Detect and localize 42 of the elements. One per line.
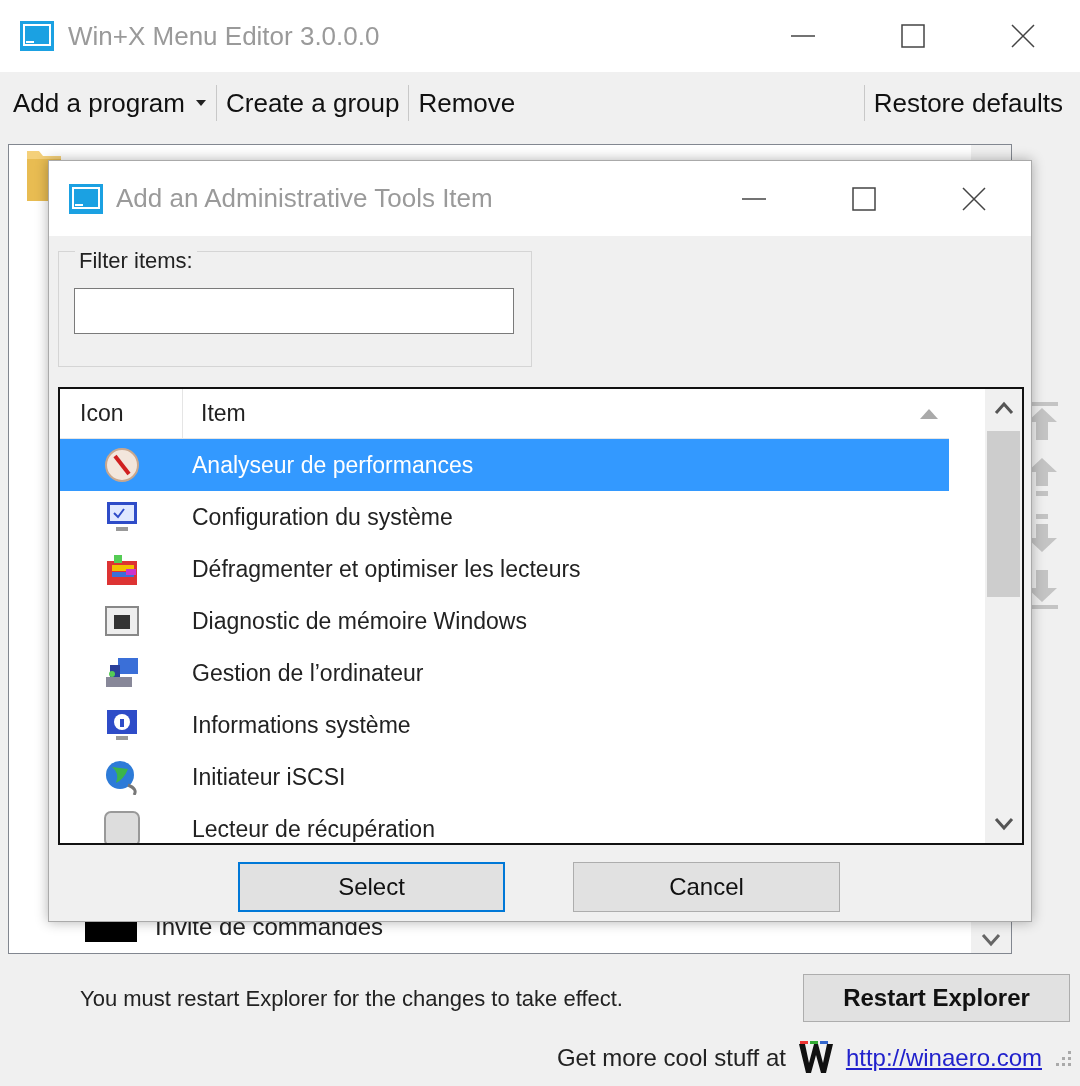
winaero-link[interactable]: http://winaero.com <box>845 1040 1042 1076</box>
sort-arrow-icon <box>919 407 939 420</box>
scrollbar[interactable] <box>985 389 1022 843</box>
scroll-down-icon[interactable] <box>981 933 1001 947</box>
row-label: Diagnostic de mémoire Windows <box>191 606 527 636</box>
app-icon <box>68 182 104 215</box>
close-icon[interactable] <box>1010 23 1036 49</box>
column-header[interactable]: Item <box>183 389 949 438</box>
dialog-button[interactable]: Select <box>238 862 505 912</box>
resize-grip-icon[interactable] <box>1054 1049 1072 1067</box>
promo-text: Get more cool stuff at <box>556 1043 786 1073</box>
row-label: Gestion de l’ordinateur <box>191 658 424 688</box>
toolbar-button[interactable]: Restore defaults <box>864 79 1072 127</box>
row-label: Informations système <box>191 710 411 740</box>
scroll-up-icon[interactable] <box>993 401 1014 415</box>
globe-icon <box>103 759 140 795</box>
gauge-icon <box>103 447 140 483</box>
dialog-title: Add an Administrative Tools Item <box>116 182 493 215</box>
toolbar-button[interactable]: Create a group <box>217 79 409 127</box>
drive-icon <box>103 811 140 843</box>
row-label: Configuration du système <box>191 502 453 532</box>
maximize-icon[interactable] <box>851 185 877 212</box>
add-program-dropdown[interactable]: Add a program <box>4 79 216 127</box>
row-label: Défragmenter et optimiser les lecteurs <box>191 554 581 584</box>
toolbar-button[interactable]: Remove <box>409 79 525 127</box>
row-label: Lecteur de récupération <box>191 814 435 843</box>
filter-input[interactable] <box>74 288 514 334</box>
scroll-down-icon[interactable] <box>993 817 1014 831</box>
window-title: Win+X Menu Editor 3.0.0.0 <box>68 19 380 53</box>
restart-message: You must restart Explorer for the changes to take effect. <box>80 984 623 1013</box>
scrollbar-thumb[interactable] <box>987 431 1020 597</box>
dialog-button[interactable]: Cancel <box>573 862 840 912</box>
memory-icon <box>103 603 140 639</box>
row-label: Analyseur de performances <box>191 450 474 480</box>
app-icon <box>19 20 55 52</box>
logo-icon <box>797 1041 834 1075</box>
caret-icon <box>195 99 207 107</box>
column-header[interactable]: Icon <box>60 389 183 438</box>
row-label: Initiateur iSCSI <box>191 762 346 792</box>
maximize-icon[interactable] <box>900 23 926 49</box>
close-icon[interactable] <box>961 185 987 212</box>
restart-explorer-button[interactable]: Restart Explorer <box>803 974 1070 1022</box>
